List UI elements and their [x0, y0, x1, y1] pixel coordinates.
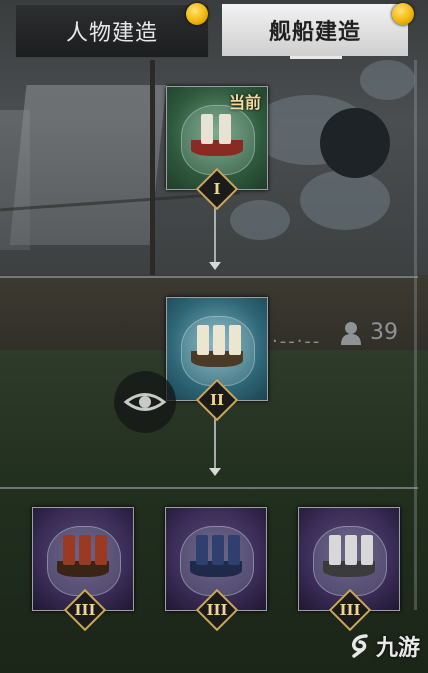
tab-label: 舰船建造 — [268, 20, 361, 45]
map-island — [300, 170, 390, 230]
notification-dot — [392, 3, 414, 25]
connector-arrow — [209, 262, 221, 270]
tab-bar: 人物建造 舰船建造 — [0, 0, 428, 60]
map-whirlpool — [320, 108, 390, 178]
ship-sail-icon — [229, 324, 241, 356]
ship-sail — [9, 85, 167, 245]
panel-scrollbar[interactable] — [414, 60, 417, 610]
active-tab-indicator — [290, 56, 342, 59]
tier-divider — [0, 487, 418, 489]
ship-sail-icon — [196, 534, 208, 566]
current-badge: 当前 — [228, 93, 261, 112]
tab-label: 人物建造 — [65, 21, 158, 46]
ship-sail-icon — [345, 534, 357, 566]
ship-sail-icon — [228, 534, 240, 566]
notification-dot — [186, 3, 208, 25]
tier-numeral: III — [206, 601, 228, 619]
ship-hull — [191, 140, 243, 157]
eye-icon — [123, 393, 167, 411]
ship-mast — [150, 60, 155, 300]
map-island — [360, 60, 415, 100]
ship-sail-icon — [361, 534, 373, 566]
ship-sail-icon — [201, 113, 213, 145]
watermark-logo: 九游 — [346, 630, 420, 662]
ship-sail-icon — [63, 534, 75, 566]
ship-sail-icon — [213, 324, 225, 356]
tier-numeral: II — [209, 391, 225, 409]
tier-divider — [0, 276, 418, 278]
tab-character-build[interactable]: 人物建造 — [15, 4, 209, 58]
population-count: 39 — [370, 320, 398, 345]
tab-ship-build[interactable]: 舰船建造 — [222, 4, 408, 56]
tier-numeral: III — [339, 601, 361, 619]
watermark-text: 九游 — [376, 636, 421, 661]
ship-sail — [0, 110, 30, 250]
ship-sail-icon — [329, 534, 341, 566]
tier-numeral: I — [213, 180, 221, 198]
eye-view-button[interactable] — [114, 371, 176, 433]
hud-separator: ·--·-- — [272, 331, 322, 352]
nine-game-logo-icon — [352, 634, 368, 658]
ship-sail-icon — [95, 534, 107, 566]
person-icon — [341, 321, 361, 345]
ship-sail-icon — [197, 324, 209, 356]
tier-numeral: III — [74, 601, 96, 619]
ship-sail-icon — [79, 534, 91, 566]
ship-sail-icon — [212, 534, 224, 566]
population-indicator: 39 — [340, 320, 398, 345]
ship-sail-icon — [219, 113, 231, 145]
map-island — [230, 200, 290, 240]
connector-arrow — [209, 468, 221, 476]
